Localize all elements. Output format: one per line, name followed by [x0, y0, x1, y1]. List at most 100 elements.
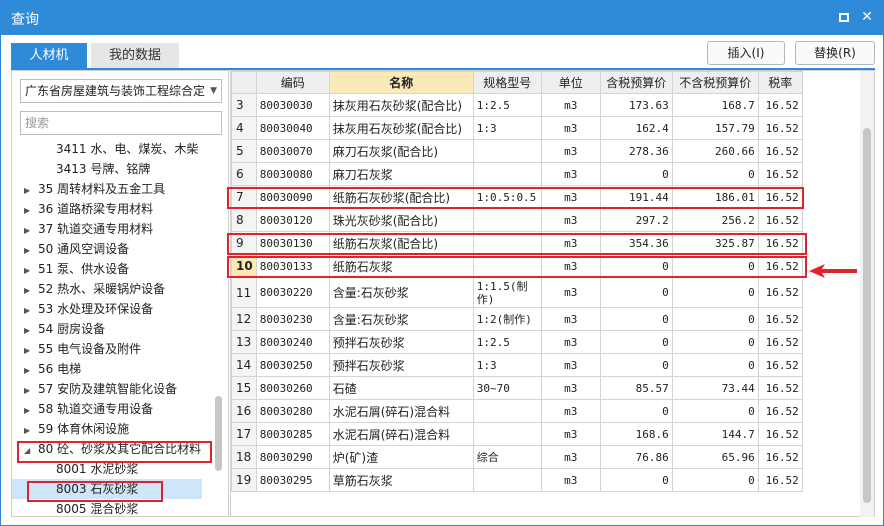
table-row[interactable]: 6 80030080 麻刀石灰浆 m3 0 0 16.52 — [231, 162, 803, 186]
tree-item[interactable]: ◢ 80 砼、砂浆及其它配合比材料 — [12, 439, 201, 459]
cell-spec[interactable]: 1:0.5:0.5 — [472, 185, 542, 209]
table-row[interactable]: 7 80030090 纸筋石灰砂浆(配合比) 1:0.5:0.5 m3 191.44 186… — [231, 185, 803, 209]
cell-price-without-tax[interactable]: 0 — [671, 399, 759, 423]
table-row[interactable]: 5 80030070 麻刀石灰浆(配合比) m3 278.36 260.66 16.52 — [231, 139, 803, 163]
row-number[interactable]: 5 — [231, 139, 257, 163]
cell-name[interactable]: 纸筋石灰浆(配合比) — [328, 231, 474, 255]
header-tax-rate[interactable]: 税率 — [757, 71, 803, 94]
header-name[interactable]: 名称 — [328, 71, 474, 94]
tree-item[interactable]: ▶ 50 通风空调设备 — [12, 239, 129, 259]
table-row[interactable]: 18 80030290 炉(矿)渣 综合 m3 76.86 65.96 16.52 — [231, 445, 803, 469]
cell-tax-rate[interactable]: 16.52 — [757, 353, 803, 377]
cell-tax-rate[interactable]: 16.52 — [757, 422, 803, 446]
cell-tax-rate[interactable]: 16.52 — [757, 399, 803, 423]
cell-spec[interactable]: 1:1.5(制作) — [472, 277, 542, 308]
tree-item[interactable]: ▶ 36 道路桥梁专用材料 — [12, 199, 153, 219]
tree-item[interactable]: ▶ 37 轨道交通专用材料 — [12, 219, 153, 239]
cell-tax-rate[interactable]: 16.52 — [757, 330, 803, 354]
row-number[interactable]: 13 — [231, 330, 257, 354]
cell-tax-rate[interactable]: 16.52 — [757, 468, 803, 492]
search-input[interactable]: 搜索 — [20, 111, 222, 135]
cell-tax-rate[interactable]: 16.52 — [757, 185, 803, 209]
cell-code[interactable]: 80030260 — [255, 376, 330, 400]
cell-price-without-tax[interactable]: 0 — [671, 330, 759, 354]
cell-spec[interactable]: 1:3 — [472, 116, 542, 140]
row-number[interactable]: 17 — [231, 422, 257, 446]
expand-arrow-icon[interactable]: ▶ — [24, 401, 34, 421]
cell-tax-rate[interactable]: 16.52 — [757, 116, 803, 140]
tree-item[interactable]: ▶ 55 电气设备及附件 — [12, 339, 141, 359]
cell-unit[interactable]: m3 — [540, 254, 601, 278]
row-number[interactable]: 7 — [231, 185, 257, 209]
cell-name[interactable]: 预拌石灰砂浆 — [328, 330, 474, 354]
cell-unit[interactable]: m3 — [540, 277, 601, 308]
cell-price-without-tax[interactable]: 0 — [671, 277, 759, 308]
cell-code[interactable]: 80030133 — [255, 254, 330, 278]
cell-code[interactable]: 80030220 — [255, 277, 330, 308]
cell-name[interactable]: 珠光灰砂浆(配合比) — [328, 208, 474, 232]
cell-price-without-tax[interactable]: 144.7 — [671, 422, 759, 446]
cell-price-without-tax[interactable]: 325.87 — [671, 231, 759, 255]
table-row[interactable]: 15 80030260 石碴 30~70 m3 85.57 73.44 16.52 — [231, 376, 803, 400]
tree-item[interactable]: ▶ 59 体育休闲设施 — [12, 419, 129, 439]
row-number[interactable]: 4 — [231, 116, 257, 140]
row-number[interactable]: 10 — [231, 254, 257, 278]
library-select[interactable]: 广东省房屋建筑与装饰工程综合定 ▼ — [20, 79, 222, 103]
cell-name[interactable]: 含量:石灰砂浆 — [328, 307, 474, 331]
cell-spec[interactable]: 30~70 — [472, 376, 542, 400]
expand-arrow-icon[interactable]: ▶ — [24, 241, 34, 261]
cell-code[interactable]: 80030070 — [255, 139, 330, 163]
cell-price-with-tax[interactable]: 168.6 — [599, 422, 673, 446]
cell-unit[interactable]: m3 — [540, 353, 601, 377]
cell-price-with-tax[interactable]: 0 — [599, 330, 673, 354]
cell-code[interactable]: 80030240 — [255, 330, 330, 354]
row-number[interactable]: 16 — [231, 399, 257, 423]
table-scrollbar[interactable] — [860, 71, 874, 517]
cell-price-with-tax[interactable]: 0 — [599, 399, 673, 423]
table-row[interactable]: 13 80030240 预拌石灰砂浆 1:2.5 m3 0 0 16.52 — [231, 330, 803, 354]
cell-spec[interactable] — [472, 208, 542, 232]
table-row[interactable]: 12 80030230 含量:石灰砂浆 1:2(制作) m3 0 0 16.52 — [231, 307, 803, 331]
cell-spec[interactable] — [472, 231, 542, 255]
row-number[interactable]: 18 — [231, 445, 257, 469]
cell-price-with-tax[interactable]: 191.44 — [599, 185, 673, 209]
expand-arrow-icon[interactable]: ▶ — [24, 361, 34, 381]
cell-price-without-tax[interactable]: 186.01 — [671, 185, 759, 209]
tree-item[interactable]: ▶ 51 泵、供水设备 — [12, 259, 129, 279]
row-number[interactable]: 15 — [231, 376, 257, 400]
insert-button[interactable]: 插入(I) — [707, 41, 785, 65]
expand-arrow-icon[interactable]: ▶ — [24, 341, 34, 361]
header-unit[interactable]: 单位 — [540, 71, 601, 94]
tree-item[interactable]: ▶ 58 轨道交通专用设备 — [12, 399, 153, 419]
table-row[interactable]: 19 80030295 草筋石灰浆 m3 0 0 16.52 — [231, 468, 803, 492]
table-row[interactable]: 3 80030030 抹灰用石灰砂浆(配合比) 1:2.5 m3 173.63 168.7 1… — [231, 93, 803, 117]
cell-code[interactable]: 80030120 — [255, 208, 330, 232]
cell-name[interactable]: 水泥石屑(碎石)混合料 — [328, 399, 474, 423]
expand-arrow-icon[interactable]: ▶ — [24, 421, 34, 441]
cell-tax-rate[interactable]: 16.52 — [757, 277, 803, 308]
cell-price-without-tax[interactable]: 73.44 — [671, 376, 759, 400]
expand-arrow-icon[interactable]: ▶ — [24, 181, 34, 201]
cell-price-without-tax[interactable]: 168.7 — [671, 93, 759, 117]
cell-price-without-tax[interactable]: 0 — [671, 353, 759, 377]
expand-arrow-icon[interactable]: ▶ — [24, 261, 34, 281]
cell-price-with-tax[interactable]: 0 — [599, 162, 673, 186]
cell-code[interactable]: 80030090 — [255, 185, 330, 209]
cell-price-without-tax[interactable]: 0 — [671, 254, 759, 278]
cell-tax-rate[interactable]: 16.52 — [757, 208, 803, 232]
cell-unit[interactable]: m3 — [540, 208, 601, 232]
cell-name[interactable]: 纸筋石灰浆 — [328, 254, 474, 278]
cell-spec[interactable] — [472, 399, 542, 423]
cell-spec[interactable]: 1:3 — [472, 353, 542, 377]
cell-code[interactable]: 80030080 — [255, 162, 330, 186]
cell-spec[interactable]: 1:2.5 — [472, 93, 542, 117]
cell-spec[interactable] — [472, 468, 542, 492]
row-number[interactable]: 11 — [231, 277, 257, 308]
cell-price-with-tax[interactable]: 0 — [599, 353, 673, 377]
cell-price-without-tax[interactable]: 0 — [671, 468, 759, 492]
cell-unit[interactable]: m3 — [540, 139, 601, 163]
tree-item[interactable]: 3411 水、电、煤炭、木柴 — [12, 139, 198, 159]
cell-price-with-tax[interactable]: 0 — [599, 254, 673, 278]
cell-unit[interactable]: m3 — [540, 307, 601, 331]
cell-price-without-tax[interactable]: 0 — [671, 162, 759, 186]
